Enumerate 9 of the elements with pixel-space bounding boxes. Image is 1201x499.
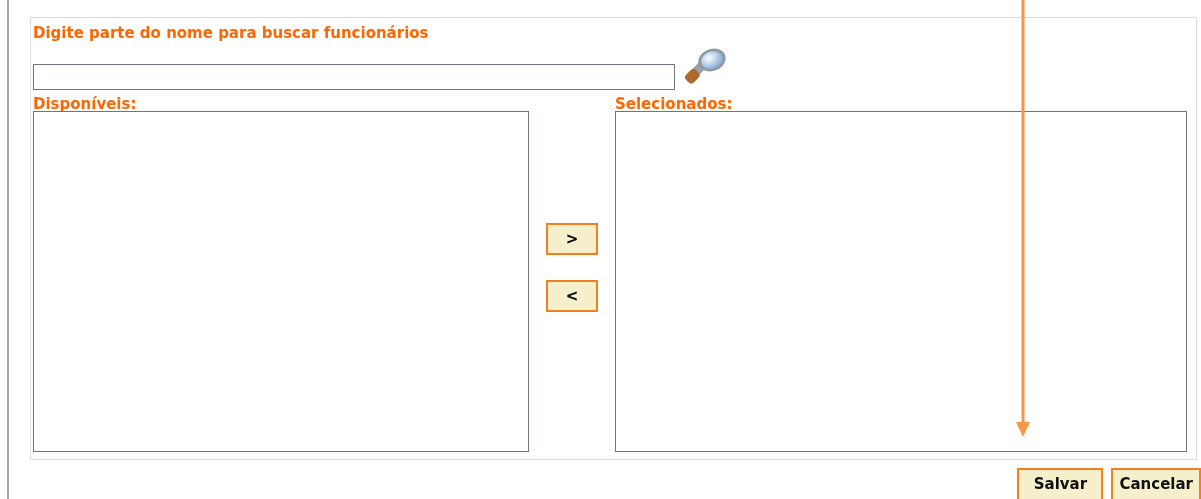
- move-button[interactable]: >: [546, 223, 598, 255]
- available-label: Disponíveis:: [33, 94, 138, 115]
- move-button[interactable]: <: [546, 280, 598, 312]
- selected-label: Selecionados:: [615, 94, 734, 115]
- save-button[interactable]: Salvar: [1017, 468, 1104, 499]
- cancel-button[interactable]: Cancelar: [1111, 468, 1201, 499]
- magnifier-icon[interactable]: [684, 46, 728, 84]
- search-label: Digite parte do nome para buscar funcionários: [33, 23, 430, 44]
- search-field[interactable]: [33, 64, 675, 90]
